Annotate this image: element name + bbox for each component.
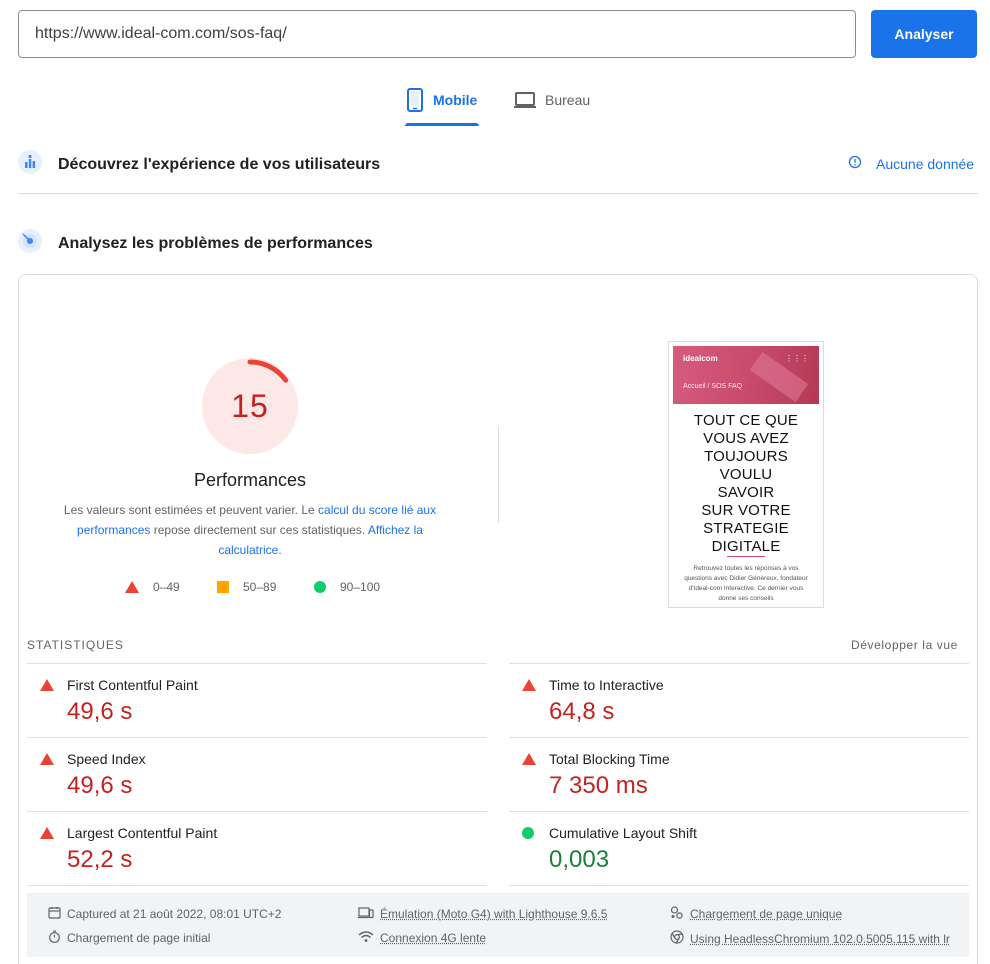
meta-text: Captured at 21 août 2022, 08:01 UTC+2 [67,907,281,921]
meta-text: Connexion 4G lente [380,931,486,945]
meta-network[interactable]: Connexion 4G lente [358,930,486,946]
meta-browser[interactable]: Using HeadlessChromium 102.0.5005.115 wi… [670,930,950,947]
pass-circle-icon [522,827,534,839]
metric-value: 7 350 ms [549,772,648,800]
screenshot-heading-line: SUR VOTRE [673,502,819,520]
fail-triangle-icon [40,753,54,765]
average-square-icon [217,581,229,593]
single-page-icon [670,906,684,922]
screenshot-logo: idealcom [683,354,718,363]
legend-average: 50–89 [217,580,276,594]
metric-value: 64,8 s [549,698,614,726]
meta-text: Using HeadlessChromium 102.0.5005.115 wi… [690,932,950,946]
lab-data-header: Analysez les problèmes de performances [18,229,373,258]
no-data-link[interactable]: Aucune donnée [848,155,974,172]
vertical-separator [498,427,499,523]
metric-name: Largest Contentful Paint [67,825,217,841]
metric-tbt: Total Blocking Time 7 350 ms [509,737,969,811]
legend-average-range: 50–89 [243,580,276,594]
page-screenshot: idealcom ⋮⋮⋮ Accueil / SOS FAQ TOUT CE Q… [668,341,824,608]
field-data-header: Découvrez l'expérience de vos utilisateu… [18,150,380,179]
metric-value: 49,6 s [67,698,132,726]
legend-pass: 90–100 [314,580,380,594]
metric-value: 49,6 s [67,772,132,800]
metric-lcp: Largest Contentful Paint 52,2 s [27,811,487,885]
legend-fail-range: 0–49 [153,580,180,594]
meta-text: Chargement de page initial [67,931,210,945]
runtime-settings [27,893,969,957]
tab-mobile[interactable]: Mobile [405,86,479,126]
metric-value: 52,2 s [67,846,132,874]
score-description: Les valeurs sont estimées et peuvent var… [60,500,440,560]
screenshot-heading-line: DIGITALE [673,538,819,556]
metric-name: Time to Interactive [549,677,664,693]
legend-fail: 0–49 [125,580,180,594]
screenshot-heading-line: TOUJOURS [673,448,819,466]
no-data-label: Aucune donnée [876,156,974,172]
description-text-2: repose directement sur ces statistiques. [150,523,367,537]
pass-circle-icon [314,581,326,593]
url-input[interactable] [18,10,856,58]
metric-name: Total Blocking Time [549,751,670,767]
expand-view-toggle[interactable]: Développer la vue [851,638,958,652]
info-icon [848,155,862,172]
laptop-icon [513,86,537,114]
network-icon [358,930,374,946]
radar-icon [18,229,42,258]
meta-capture-time: Captured at 21 août 2022, 08:01 UTC+2 [48,906,281,922]
screenshot-heading-line: VOUS AVEZ [673,430,819,448]
stats-heading: STATISTIQUES [27,638,124,652]
fail-triangle-icon [40,827,54,839]
section-divider [18,193,978,194]
description-text-1: Les valeurs sont estimées et peuvent var… [64,503,318,517]
lab-data-title: Analysez les problèmes de performances [58,235,373,253]
screenshot-rule [727,556,765,557]
fail-triangle-icon [125,581,139,593]
screenshot-breadcrumb: Accueil / SOS FAQ [683,383,742,390]
field-data-title: Découvrez l'expérience de vos utilisateu… [58,156,380,174]
stopwatch-icon [48,930,61,946]
smartphone-icon [405,86,425,114]
metric-divider [27,885,487,886]
metric-tti: Time to Interactive 64,8 s [509,663,969,737]
score-value: 15 [202,388,298,425]
legend-pass-range: 90–100 [340,580,380,594]
score-label: Performances [150,470,350,491]
screenshot-body-text: Retrouvez toutes les réponses à vos ques… [681,564,811,604]
meta-emulation[interactable]: Émulation (Moto G4) with Lighthouse 9.6.… [358,906,607,922]
fail-triangle-icon [522,679,536,691]
screenshot-hero: idealcom ⋮⋮⋮ Accueil / SOS FAQ [673,346,819,404]
screenshot-heading-line: STRATEGIE [673,520,819,538]
tab-desktop-label: Bureau [545,86,590,114]
metric-speed-index: Speed Index 49,6 s [27,737,487,811]
screenshot-heading-line: TOUT CE QUE [673,412,819,430]
meta-load-type: Chargement de page initial [48,930,210,946]
meta-single-load[interactable]: Chargement de page unique [670,906,842,922]
tab-desktop[interactable]: Bureau [513,86,590,126]
fail-triangle-icon [40,679,54,691]
metric-divider [509,885,969,886]
tab-mobile-label: Mobile [433,86,477,114]
metric-value: 0,003 [549,846,609,874]
fail-triangle-icon [522,753,536,765]
metric-name: Cumulative Layout Shift [549,825,697,841]
screenshot-menu-icon: ⋮⋮⋮ [785,354,809,363]
calendar-icon [48,906,61,922]
screenshot-heading-line: SAVOIR [673,484,819,502]
users-chart-icon [18,150,42,179]
screenshot-heading: TOUT CE QUE VOUS AVEZ TOUJOURS VOULU SAV… [673,412,819,556]
devices-icon [358,906,374,922]
metric-name: First Contentful Paint [67,677,198,693]
chrome-icon [670,930,684,947]
screenshot-heading-line: VOULU [673,466,819,484]
metric-cls: Cumulative Layout Shift 0,003 [509,811,969,885]
analyze-button[interactable]: Analyser [871,10,977,58]
meta-text: Émulation (Moto G4) with Lighthouse 9.6.… [380,907,607,921]
meta-text: Chargement de page unique [690,907,842,921]
metric-fcp: First Contentful Paint 49,6 s [27,663,487,737]
metric-name: Speed Index [67,751,146,767]
